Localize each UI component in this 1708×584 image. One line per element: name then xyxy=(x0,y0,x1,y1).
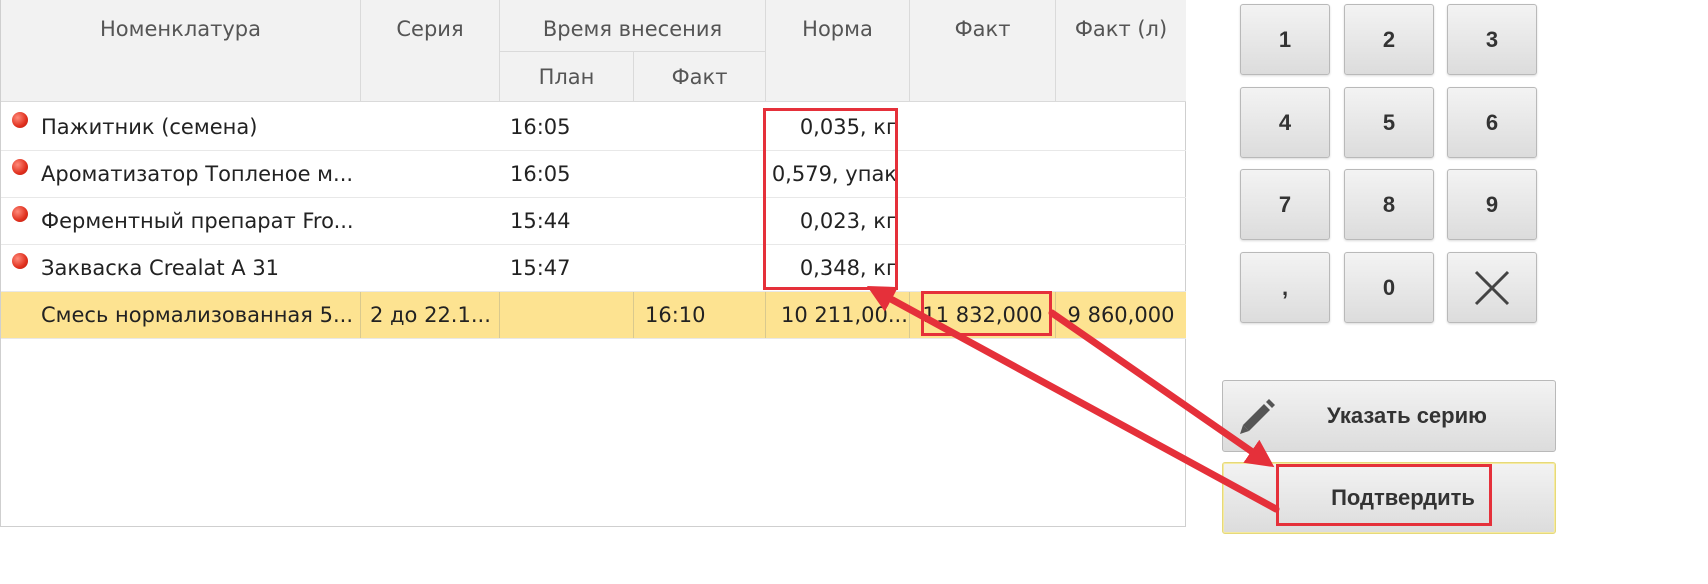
annotation-arrows xyxy=(866,285,1280,513)
arrow-confirm-to-norm xyxy=(866,285,1280,513)
arrow-fact-to-confirm xyxy=(1048,309,1275,468)
